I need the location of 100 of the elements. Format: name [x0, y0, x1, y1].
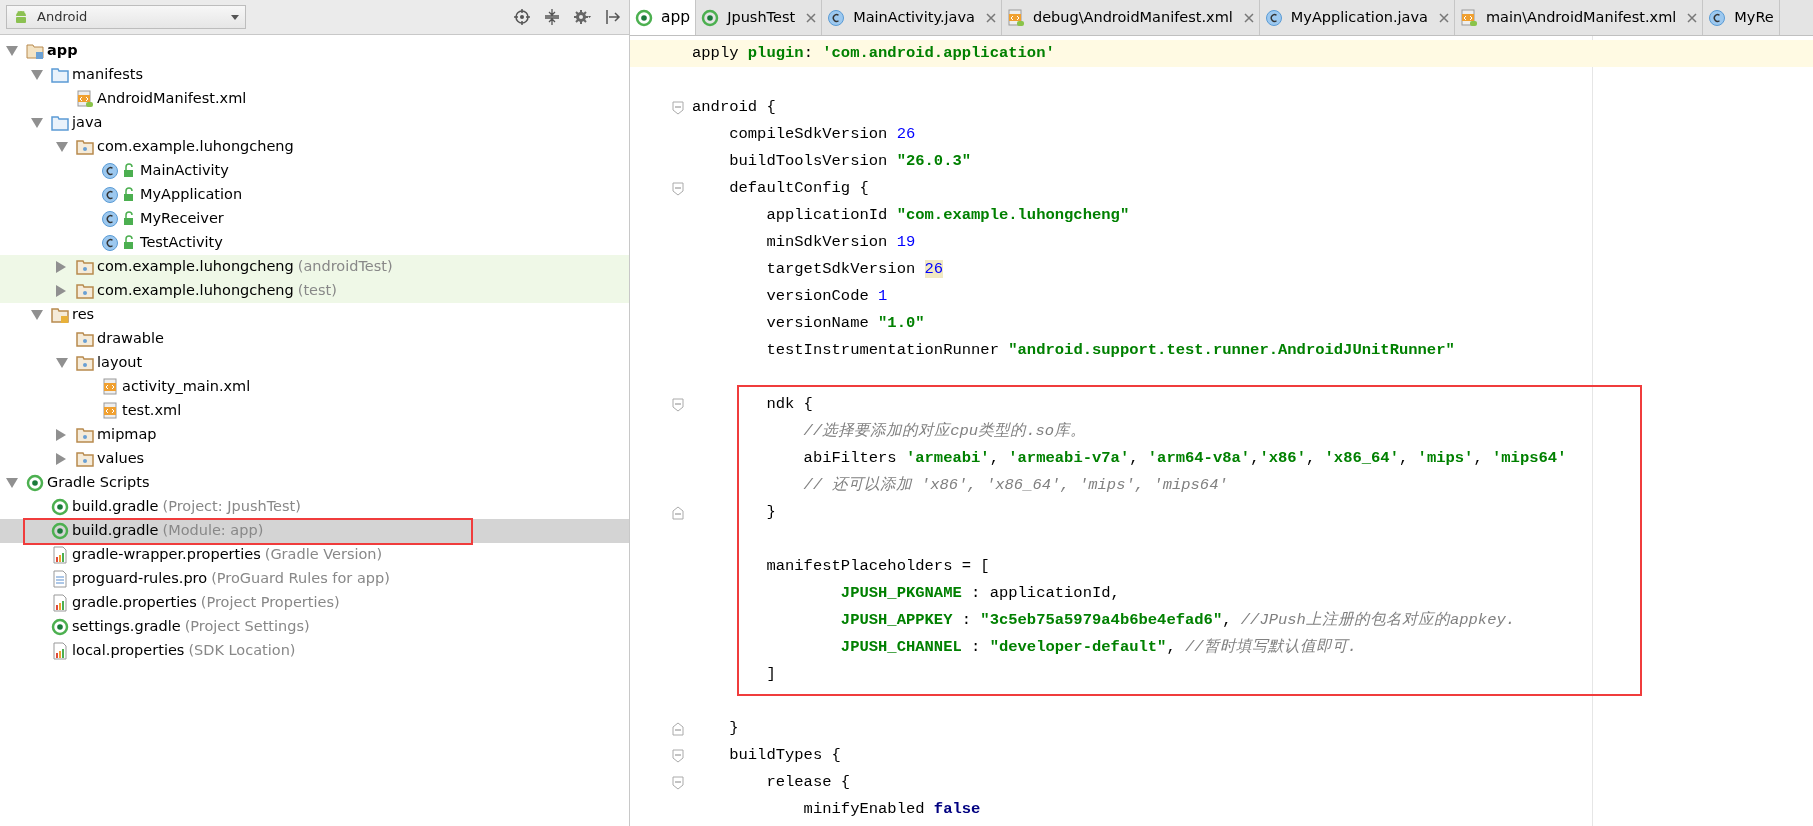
tree-item[interactable]: java [0, 111, 629, 135]
folder-icon [51, 306, 69, 324]
code-line: ] [765, 664, 776, 685]
tree-item[interactable]: local.properties (SDK Location) [0, 639, 629, 663]
collapse-arrow-icon[interactable] [6, 478, 18, 488]
locate-icon[interactable] [513, 8, 531, 26]
code-line: versionCode 1 [765, 286, 888, 307]
class-icon [101, 234, 119, 252]
tree-item[interactable]: app [0, 39, 629, 63]
view-selector[interactable]: Android [6, 5, 246, 29]
fold-icon[interactable] [672, 181, 684, 196]
folder-icon [76, 330, 94, 348]
code-line: minSdkVersion 19 [765, 232, 916, 253]
gradle-icon [635, 9, 653, 27]
fold-icon[interactable] [672, 100, 684, 115]
gradle-icon [51, 498, 69, 516]
item-hint: (SDK Location) [188, 641, 296, 661]
close-icon[interactable] [985, 13, 996, 23]
close-icon[interactable] [1438, 13, 1449, 23]
class-icon [101, 162, 119, 180]
settings-icon[interactable] [573, 8, 591, 26]
tree-item[interactable]: build.gradle (Project: JpushTest) [0, 495, 629, 519]
tree-item[interactable]: res [0, 303, 629, 327]
lock-icon [122, 211, 136, 227]
item-label: settings.gradle [72, 617, 181, 637]
tree-item[interactable]: test.xml [0, 399, 629, 423]
tree-item[interactable]: MyReceiver [0, 207, 629, 231]
item-label: manifests [72, 65, 144, 85]
expand-arrow-icon[interactable] [56, 453, 66, 465]
tree-item[interactable]: com.example.luhongcheng (test) [0, 279, 629, 303]
code-line: abiFilters 'armeabi', 'armeabi-v7a', 'arm64-v8a','x86', 'x86_64', 'mips', 'mips64' [802, 448, 1567, 469]
collapse-arrow-icon[interactable] [31, 118, 43, 128]
tree-item[interactable]: mipmap [0, 423, 629, 447]
gradle-icon [51, 522, 69, 540]
collapse-arrow-icon[interactable] [31, 70, 43, 80]
item-label: com.example.luhongcheng [97, 281, 294, 301]
item-label: activity_main.xml [122, 377, 251, 397]
item-label: gradle-wrapper.properties [72, 545, 261, 565]
tree-item[interactable]: drawable [0, 327, 629, 351]
properties-file-icon [51, 642, 69, 660]
tree-item[interactable]: proguard-rules.pro (ProGuard Rules for app) [0, 567, 629, 591]
tree-item[interactable]: AndroidManifest.xml [0, 87, 629, 111]
close-icon[interactable] [1687, 13, 1698, 23]
expand-arrow-icon[interactable] [56, 285, 66, 297]
tree-item[interactable]: build.gradle (Module: app) [0, 519, 629, 543]
collapse-arrow-icon[interactable] [31, 310, 43, 320]
item-label: TestActivity [140, 233, 223, 253]
fold-icon[interactable] [672, 505, 684, 520]
tree-item[interactable]: TestActivity [0, 231, 629, 255]
editor-tab[interactable]: app [630, 0, 697, 35]
expand-arrow-icon[interactable] [56, 429, 66, 441]
item-label: values [97, 449, 145, 469]
collapse-icon[interactable] [543, 8, 561, 26]
collapse-arrow-icon[interactable] [56, 358, 68, 368]
text-file-icon [51, 570, 69, 588]
tree-item[interactable]: com.example.luhongcheng (androidTest) [0, 255, 629, 279]
item-hint: (Project Properties) [200, 593, 340, 613]
tree-item[interactable]: gradle-wrapper.properties (Gradle Version) [0, 543, 629, 567]
code-line: versionName "1.0" [765, 313, 925, 334]
fold-icon[interactable] [672, 775, 684, 790]
tree-item[interactable]: MyApplication [0, 183, 629, 207]
code-line: JPUSH_PKGNAME : applicationId, [839, 583, 1120, 604]
close-icon[interactable] [806, 13, 817, 23]
item-label: layout [97, 353, 143, 373]
code-line: JPUSH_CHANNEL : "developer-default", //暂时填写默认值即可. [839, 637, 1357, 658]
xml-file-icon [101, 402, 119, 420]
folder-icon [76, 354, 94, 372]
tree-item[interactable]: MainActivity [0, 159, 629, 183]
tree-item[interactable]: Gradle Scripts [0, 471, 629, 495]
expand-arrow-icon[interactable] [56, 261, 66, 273]
folder-icon [76, 138, 94, 156]
class-icon [101, 186, 119, 204]
close-icon[interactable] [1243, 13, 1254, 23]
folder-icon [51, 114, 69, 132]
manifest-file-icon [76, 90, 94, 108]
item-label: AndroidManifest.xml [97, 89, 247, 109]
tree-item[interactable]: gradle.properties (Project Properties) [0, 591, 629, 615]
item-label: proguard-rules.pro [72, 569, 208, 589]
fold-icon[interactable] [672, 397, 684, 412]
fold-icon[interactable] [672, 748, 684, 763]
pin-icon[interactable] [603, 8, 621, 26]
code-line: //选择要添加的对应cpu类型的.so库。 [802, 421, 1087, 442]
item-label: gradle.properties [72, 593, 197, 613]
tree-item[interactable]: layout [0, 351, 629, 375]
item-label: MyApplication [140, 185, 243, 205]
collapse-arrow-icon[interactable] [56, 142, 68, 152]
tree-item[interactable]: com.example.luhongcheng [0, 135, 629, 159]
class-icon [1708, 9, 1727, 27]
tree-item[interactable]: activity_main.xml [0, 375, 629, 399]
tree-item[interactable]: manifests [0, 63, 629, 87]
code-line: release { [765, 772, 851, 793]
fold-icon[interactable] [672, 721, 684, 736]
tree-item[interactable]: values [0, 447, 629, 471]
tree-item[interactable]: settings.gradle (Project Settings) [0, 615, 629, 639]
manifest-file-icon [1459, 9, 1478, 27]
item-label: mipmap [97, 425, 157, 445]
gradle-icon [701, 9, 720, 27]
collapse-arrow-icon[interactable] [6, 46, 18, 56]
code-line: buildToolsVersion "26.0.3" [728, 151, 972, 172]
item-hint: (Gradle Version) [264, 545, 383, 565]
